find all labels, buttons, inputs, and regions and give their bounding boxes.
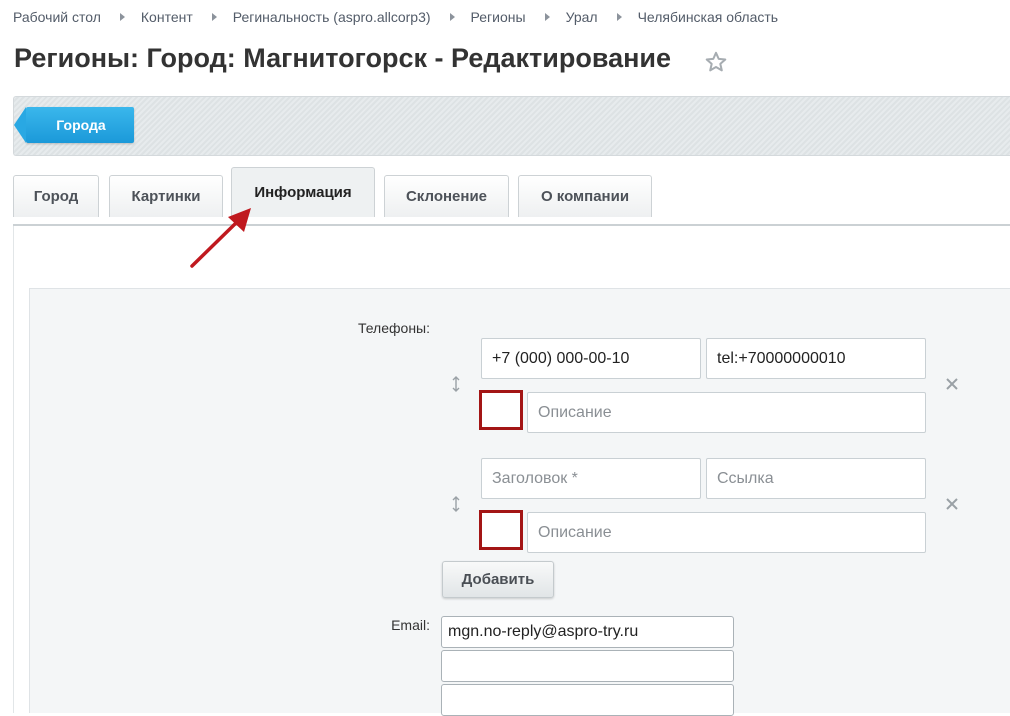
breadcrumb-ural[interactable]: Урал: [566, 9, 598, 25]
back-to-cities-button[interactable]: Города: [14, 107, 134, 143]
tab-city[interactable]: Город: [13, 175, 99, 217]
breadcrumb-regionality[interactable]: Регинальность (aspro.allcorp3): [233, 9, 431, 25]
email-input-1[interactable]: [441, 616, 734, 648]
drag-handle-icon[interactable]: [450, 496, 462, 512]
tab-about-company[interactable]: О компании: [518, 175, 652, 217]
breadcrumb: Рабочий стол Контент Регинальность (aspr…: [13, 9, 778, 25]
annotation-arrow-icon: [190, 208, 251, 268]
email-label: Email:: [391, 617, 430, 633]
breadcrumb-separator-icon: [449, 13, 455, 21]
remove-phone-1-close-icon[interactable]: [945, 377, 959, 391]
phones-label: Телефоны:: [357, 320, 430, 336]
breadcrumb-regions[interactable]: Регионы: [471, 9, 526, 25]
breadcrumb-separator-icon: [211, 13, 217, 21]
email-input-3[interactable]: [441, 684, 734, 716]
phone-2-title-input[interactable]: [481, 458, 701, 499]
phone-1-description-input[interactable]: [527, 392, 926, 433]
phone-1-link-input[interactable]: [706, 338, 926, 379]
email-input-2[interactable]: [441, 650, 734, 682]
breadcrumb-desktop[interactable]: Рабочий стол: [13, 9, 101, 25]
star-icon[interactable]: [704, 50, 728, 74]
phone-1-icon-select[interactable]: [479, 390, 523, 430]
toolbar: Города: [13, 96, 1010, 156]
remove-phone-2-close-icon[interactable]: [945, 497, 959, 511]
tab-declension[interactable]: Склонение: [384, 175, 509, 217]
tab-bar: Город Картинки Информация Склонение О ко…: [13, 167, 1010, 227]
drag-handle-icon[interactable]: [450, 376, 462, 392]
add-phone-button[interactable]: Добавить: [442, 561, 554, 598]
breadcrumb-chelyabinsk[interactable]: Челябинская область: [638, 9, 779, 25]
breadcrumb-separator-icon: [544, 13, 550, 21]
phone-2-icon-select[interactable]: [479, 510, 523, 550]
phone-2-link-input[interactable]: [706, 458, 926, 499]
phone-2-description-input[interactable]: [527, 512, 926, 553]
breadcrumb-separator-icon: [616, 13, 622, 21]
breadcrumb-separator-icon: [119, 13, 125, 21]
phone-1-title-input[interactable]: [481, 338, 701, 379]
page-title: Регионы: Город: Магнитогорск - Редактиро…: [14, 43, 672, 73]
breadcrumb-content[interactable]: Контент: [141, 9, 193, 25]
